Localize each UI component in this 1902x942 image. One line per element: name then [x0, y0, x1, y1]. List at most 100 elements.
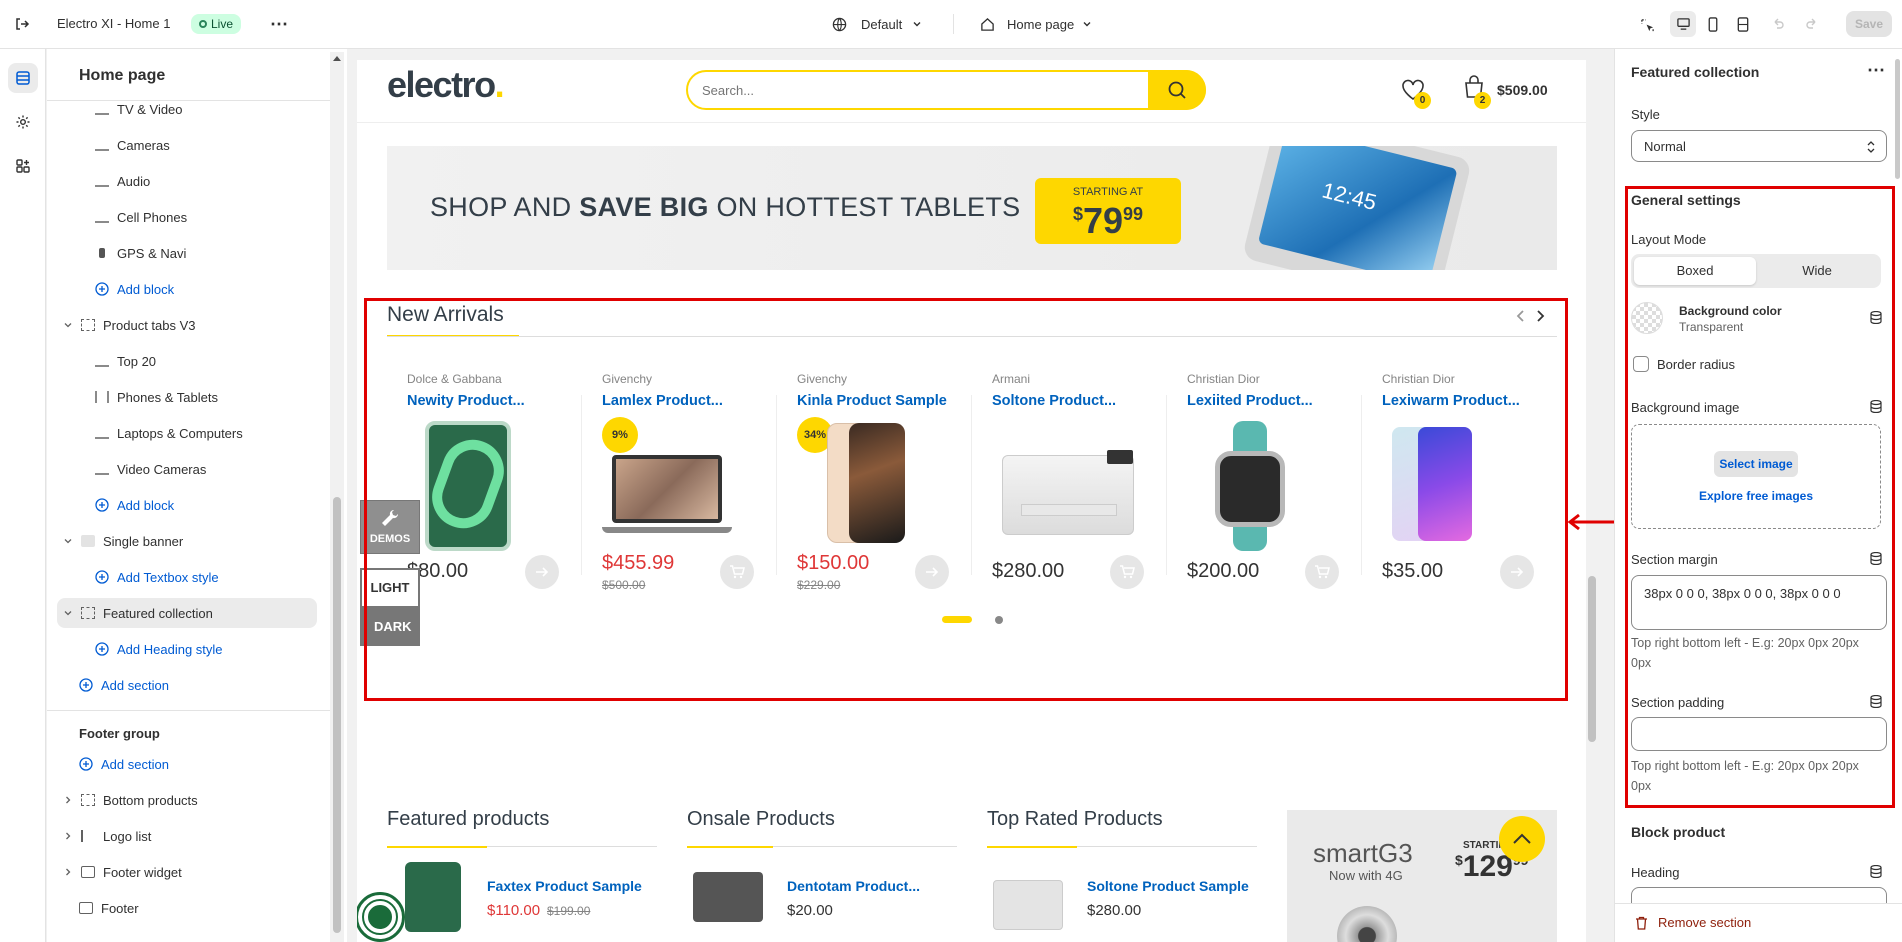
chevron-down-icon[interactable] [63, 320, 73, 330]
scrollbar-up-arrow[interactable] [333, 56, 341, 61]
preview-scrollbar-track[interactable] [1586, 60, 1598, 942]
banner-tablet-image: 12:45 [1241, 146, 1473, 270]
dynamic-source-icon[interactable] [1870, 695, 1882, 708]
chevron-down-icon[interactable] [63, 536, 73, 546]
scrollbar-thumb[interactable] [333, 497, 341, 933]
footer-add-section-button[interactable]: Add section [47, 749, 347, 779]
live-dot-icon [199, 20, 207, 28]
inspector-icon[interactable] [1634, 12, 1660, 38]
block-item-top-20[interactable]: Top 20 [47, 346, 347, 376]
cart-button[interactable]: 2 [1462, 74, 1492, 109]
preview-scrollbar-thumb[interactable] [1588, 576, 1596, 742]
onsale-product-item[interactable]: Dentotam Product... $20.00 [687, 860, 957, 940]
mini-product-name[interactable]: Faxtex Product Sample [487, 878, 642, 894]
product-thumb [405, 862, 461, 932]
chevron-right-icon[interactable] [63, 831, 73, 841]
remove-section-button[interactable]: Remove section [1635, 915, 1751, 930]
mini-product-name[interactable]: Dentotam Product... [787, 878, 920, 894]
banner-text-pre: SHOP AND [430, 192, 580, 222]
store-logo[interactable]: electro. [387, 64, 504, 106]
section-item-single-banner[interactable]: Single banner [47, 526, 347, 556]
section-item-bottom-products[interactable]: Bottom products [47, 785, 347, 815]
block-icon [95, 139, 109, 151]
footer-group-title: Footer group [79, 726, 160, 741]
layout-mode-label: Layout Mode [1631, 232, 1707, 247]
tablet-screen: 12:45 [1257, 146, 1458, 270]
section-item-featured-collection[interactable]: Featured collection [57, 598, 317, 628]
section-margin-textarea[interactable]: 38px 0 0 0, 38px 0 0 0, 38px 0 0 0 [1631, 575, 1887, 630]
block-item-cell-phones[interactable]: Cell Phones [47, 202, 347, 232]
block-item-phones-tablets[interactable]: Phones & Tablets [47, 382, 347, 412]
fullscreen-icon[interactable] [1730, 11, 1756, 37]
add-heading-button[interactable]: Add Heading style [47, 634, 347, 664]
featured-product-item[interactable]: Faxtex Product Sample $110.00 $199.00 [387, 860, 657, 940]
mobile-view-icon[interactable] [1700, 11, 1726, 37]
section-icon [81, 830, 95, 842]
store-logo-text: electro [387, 64, 496, 105]
mini-product-name[interactable]: Soltone Product Sample [1087, 878, 1249, 894]
section-item-footer-widget[interactable]: Footer widget [47, 857, 347, 887]
page-selector[interactable]: Home page [980, 12, 1092, 36]
dynamic-source-icon[interactable] [1870, 311, 1882, 324]
save-button[interactable]: Save [1846, 11, 1892, 37]
left-rail [0, 49, 46, 942]
block-item-video-cameras[interactable]: Video Cameras [47, 454, 347, 484]
plus-circle-icon [95, 642, 109, 656]
style-select[interactable]: Normal [1631, 130, 1887, 162]
section-label: Footer [101, 900, 139, 916]
cart-count: 2 [1474, 92, 1491, 109]
theme-selector[interactable]: Default [832, 12, 922, 36]
undo-icon[interactable] [1766, 12, 1790, 36]
dynamic-source-icon[interactable] [1870, 400, 1882, 413]
scroll-to-top-button[interactable] [1499, 816, 1545, 862]
block-item-tv-video[interactable]: TV & Video [47, 94, 347, 124]
chat-widget-button[interactable] [357, 892, 405, 942]
background-color-swatch[interactable] [1631, 302, 1663, 334]
panel-more-icon[interactable]: ⋯ [1863, 59, 1889, 81]
block-item-gps-navi[interactable]: GPS & Navi [47, 238, 347, 268]
promo-banner[interactable]: SHOP AND SAVE BIG ON HOTTEST TABLETS STA… [387, 146, 1557, 270]
section-item-product-tabs[interactable]: Product tabs V3 [47, 310, 347, 340]
layout-boxed-option[interactable]: Boxed [1634, 257, 1756, 285]
settings-gear-icon[interactable] [8, 107, 38, 137]
section-padding-input[interactable] [1631, 717, 1887, 751]
style-label: Style [1631, 107, 1660, 122]
chevron-up-icon [1513, 833, 1531, 844]
block-item-cameras[interactable]: Cameras [47, 130, 347, 160]
chevron-right-icon[interactable] [63, 795, 73, 805]
block-product-heading: Block product [1631, 824, 1726, 840]
exit-icon[interactable] [10, 12, 34, 36]
select-image-button[interactable]: Select image [1714, 451, 1798, 477]
desktop-view-icon[interactable] [1670, 11, 1696, 37]
section-item-footer[interactable]: Footer [47, 893, 347, 923]
add-block-button[interactable]: Add block [47, 274, 347, 304]
background-image-dropzone[interactable]: Select image Explore free images [1631, 424, 1881, 529]
dynamic-source-icon[interactable] [1870, 552, 1882, 565]
select-arrows-icon [1867, 141, 1875, 153]
home-icon [981, 17, 994, 31]
dynamic-source-icon[interactable] [1870, 865, 1882, 878]
store-search-button[interactable] [1148, 70, 1206, 110]
store-search-input[interactable] [702, 80, 1082, 100]
wishlist-button[interactable]: 0 [1400, 78, 1431, 109]
panel-scrollbar-thumb[interactable] [1895, 59, 1900, 179]
chevron-down-icon[interactable] [63, 608, 73, 618]
chevron-right-icon[interactable] [63, 867, 73, 877]
block-item-audio[interactable]: Audio [47, 166, 347, 196]
block-item-laptops[interactable]: Laptops & Computers [47, 418, 347, 448]
add-block-button[interactable]: Add block [47, 490, 347, 520]
redo-icon[interactable] [1800, 12, 1824, 36]
section-label: Product tabs V3 [103, 317, 196, 333]
explore-free-images-link[interactable]: Explore free images [1632, 489, 1880, 503]
add-section-button[interactable]: Add section [47, 670, 347, 700]
section-item-logo-list[interactable]: Logo list [47, 821, 347, 851]
apps-icon[interactable] [8, 151, 38, 181]
add-textbox-button[interactable]: Add Textbox style [47, 562, 347, 592]
more-actions-icon[interactable]: ⋯ [266, 12, 292, 36]
layout-wide-option[interactable]: Wide [1756, 257, 1878, 285]
border-radius-checkbox[interactable] [1633, 356, 1649, 372]
sidebar-scrollbar[interactable] [330, 52, 344, 942]
top-bar: Electro XI - Home 1 Live ⋯ Default Home … [0, 0, 1902, 49]
sections-icon[interactable] [8, 63, 38, 93]
toprated-product-item[interactable]: Soltone Product Sample $280.00 [987, 860, 1257, 940]
